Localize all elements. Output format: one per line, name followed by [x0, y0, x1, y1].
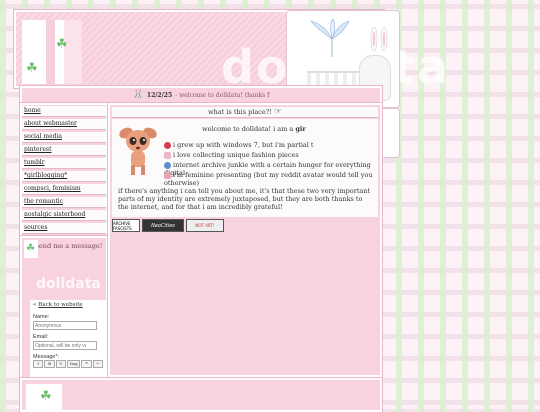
underline-button[interactable]: U [55, 360, 67, 368]
image-button[interactable]: Img [67, 360, 81, 368]
clover-icon: ☘ [26, 243, 35, 254]
fact-item: i'm feminine presenting (but my reddit a… [164, 171, 378, 187]
nav-item-sources[interactable]: sources [22, 223, 106, 234]
nav-item-tumblr[interactable]: tumblr [22, 158, 106, 169]
badge-buttons-row: ARCHIVE FASCISTS NeoCities NOT ART! [112, 219, 378, 232]
back-arrow-icon: « [33, 302, 37, 308]
sidebar-nav: home about webmaster social media pinter… [20, 103, 108, 237]
fact-text: i love collecting unique fashion pieces [173, 151, 299, 159]
nav-item-about-webmaster[interactable]: about webmaster [22, 119, 106, 130]
fact-text: i'm feminine presenting (but my reddit a… [164, 171, 373, 187]
nav-item-home[interactable]: home [22, 106, 106, 117]
nav-item-compsci-feminism[interactable]: compsci, feminism [22, 184, 106, 195]
fact-text: i grew up with windows 7, but i'm partia… [173, 141, 314, 149]
archive-fascists-badge[interactable]: ARCHIVE FASCISTS [112, 219, 140, 232]
globe-icon [164, 161, 171, 169]
main-title-text: what is this place?! [208, 108, 272, 116]
bold-button[interactable]: B [44, 360, 55, 368]
hand-cursor-icon: ☞ [273, 107, 282, 117]
nav-item-nostalgic-sisterhood[interactable]: nostalgic sisterhood [22, 210, 106, 221]
back-to-website-link[interactable]: «Back to website [33, 302, 103, 308]
nav-item-the-romantic[interactable]: the romantic [22, 197, 106, 208]
clover-icon: ☘ [26, 61, 38, 76]
welcome-line: welcome to dolldata! i am a gir [202, 125, 306, 133]
fact-item: i grew up with windows 7, but i'm partia… [164, 141, 314, 149]
announcement-date: 12/2/25 [146, 91, 173, 99]
clover-icon: ☘ [56, 37, 68, 52]
welcome-bold-text: gir [295, 125, 306, 133]
main-panel-title: what is this place?! ☞ [112, 107, 378, 118]
dress-icon [164, 151, 171, 159]
undo-button[interactable]: ↶ [92, 360, 104, 368]
nav-item-social-media[interactable]: social media [22, 132, 106, 143]
lily-flower-icon [310, 19, 350, 57]
main-panel: what is this place?! ☞ welcome to dollda… [108, 103, 382, 377]
pokeball-icon [164, 141, 171, 149]
footer-image: ☘ [26, 384, 62, 410]
footer-panel: ☘ [20, 378, 382, 412]
message-toolbar: I B U Img ❝ ↶ [33, 360, 104, 368]
nav-item-pinterest[interactable]: pinterest [22, 145, 106, 156]
pixel-bunny-icon: 🐰 [132, 90, 144, 100]
name-input[interactable] [33, 321, 97, 330]
announcement-bar: 🐰 12/2/25 - welcome to dolldata! thanks … [20, 86, 382, 104]
deer-figurine-image [119, 127, 157, 175]
message-watermark: dolldata [36, 276, 101, 292]
announcement-text: - welcome to dolldata! thanks f [175, 91, 270, 99]
intro-paragraph: if there's anything i can tell you about… [118, 187, 371, 211]
not-art-badge[interactable]: NOT ART! [186, 219, 224, 232]
quote-button[interactable]: ❝ [81, 360, 92, 368]
fact-item: i love collecting unique fashion pieces [164, 151, 299, 159]
heart-icon [164, 171, 171, 179]
message-widget: ☘ send me a message! dolldata «Back to w… [20, 236, 108, 380]
message-header-image: ☘ [24, 240, 38, 258]
header-stripe-image: ☘ ☘ [22, 20, 82, 84]
message-form: «Back to website Name: Email: Message*: … [30, 300, 106, 378]
message-widget-header: ☘ send me a message! [22, 238, 106, 260]
italic-button[interactable]: I [33, 360, 44, 368]
welcome-text: welcome to dolldata! i am a [202, 125, 294, 133]
name-label: Name: [33, 314, 50, 320]
intro-content: welcome to dolldata! i am a gir i grew u… [112, 119, 378, 217]
neocities-badge[interactable]: NeoCities [142, 219, 184, 232]
back-link-label: Back to website [38, 302, 83, 308]
clover-icon: ☘ [40, 389, 52, 404]
nav-item-girlblogging[interactable]: *girlblogging* [22, 171, 106, 182]
email-label: Email: [33, 334, 49, 340]
email-input[interactable] [33, 341, 97, 350]
rabbit-ears-icon [370, 26, 388, 52]
